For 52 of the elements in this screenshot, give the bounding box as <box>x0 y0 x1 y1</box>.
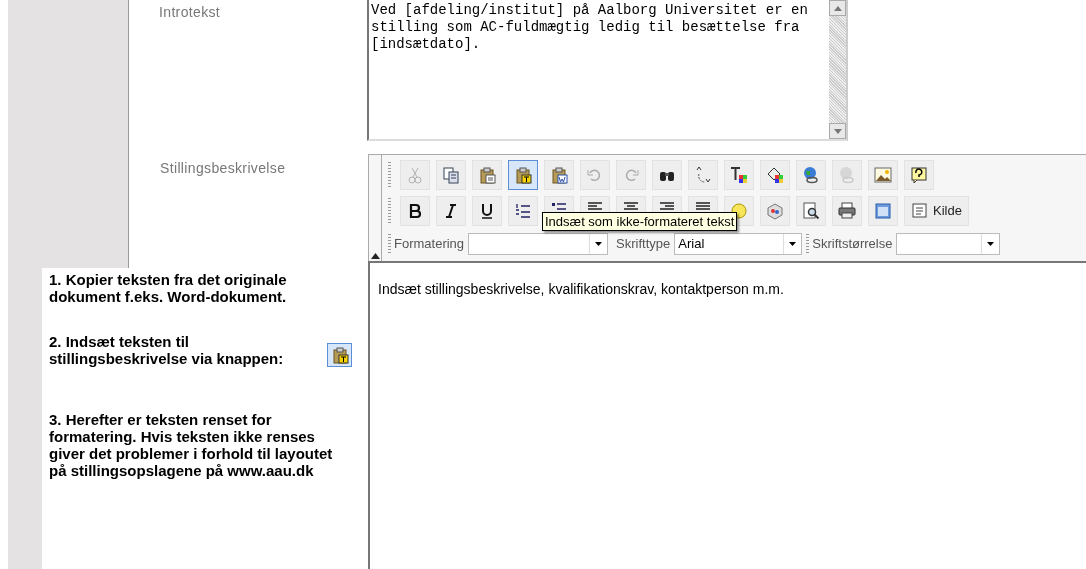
align-justify-icon <box>694 202 712 210</box>
toolbar-grip[interactable] <box>388 234 391 254</box>
align-center-icon <box>622 202 640 210</box>
instruction-step: 2. Indsæt teksten til stillingsbeskrivelse via knappen: <box>49 333 324 367</box>
bullet-list-icon <box>550 202 568 210</box>
window-icon <box>874 202 892 220</box>
down-arrow-icon <box>833 128 842 134</box>
toolbar-grip[interactable] <box>388 198 391 224</box>
combo-box[interactable]: Arial <box>674 233 803 255</box>
align-left-icon <box>586 202 604 210</box>
image-icon <box>874 166 892 184</box>
toolbar-button[interactable]: Kilde <box>904 196 969 226</box>
instruction-step: 1. Kopier teksten fra det originale dokument f.eks. Word-dokument. <box>49 271 319 305</box>
up-arrow-icon <box>833 5 842 11</box>
combo-label: Skriftstørrelse <box>812 235 893 254</box>
cube-icon <box>766 202 784 220</box>
dropdown-arrow-icon <box>987 242 995 246</box>
clipboard-word-icon <box>550 166 568 184</box>
scrollbar[interactable] <box>829 0 846 139</box>
instruction-step: 3. Herefter er teksten renset for formatering. Hvis teksten ikke renses giver det problemer i forhold til layoutet på stillingsopslagene på www.aau.dk <box>49 411 354 479</box>
copy-icon <box>442 166 460 184</box>
combo-label: Formatering <box>394 235 465 254</box>
fill-color-icon <box>766 166 784 184</box>
button-label: Kilde <box>933 202 962 221</box>
scissors-icon <box>406 166 424 184</box>
globe-link-icon <box>802 166 820 184</box>
combo-box[interactable] <box>468 233 609 255</box>
toolbar-grip[interactable] <box>388 162 391 188</box>
scroll-down-button[interactable] <box>829 123 846 139</box>
combo-value: Arial <box>677 235 705 254</box>
globe-link-icon <box>838 166 856 184</box>
dropdown-arrow-icon <box>595 242 603 246</box>
clipboard-text-icon <box>514 166 532 184</box>
combo-label: Skrifttype <box>616 235 671 254</box>
source-icon <box>911 202 929 220</box>
dropdown-arrow-icon <box>789 242 797 246</box>
printer-icon <box>838 202 856 220</box>
textarea-text: Ved [afdeling/institut] på Aalborg Universitet er en stilling som AC-fuldmægtig ledig til besættelse fra [indsætdato]. <box>370 2 809 54</box>
clipboard-icon <box>478 166 496 184</box>
field-label: Introtekst <box>159 3 221 22</box>
tooltip: Indsæt som ikke-formateret tekst <box>542 212 738 231</box>
align-right-icon <box>658 202 676 210</box>
editor-text: Indsæt stillingsbeskrivelse, kvalifikationskrav, kontaktperson m.m. <box>378 281 784 297</box>
intro-textarea[interactable]: Ved [afdeling/institut] på Aalborg Universitet er en stilling som AC-fuldmægtig ledig til besættelse fra [indsætdato]. <box>367 0 848 141</box>
scroll-up-button[interactable] <box>829 0 846 16</box>
help-icon <box>910 166 928 184</box>
collapse-toolbar-icon[interactable] <box>371 253 380 259</box>
field-label: Stillingsbeskrivelse <box>160 160 286 176</box>
preview-icon <box>802 202 820 220</box>
numbered-list-icon <box>514 202 532 220</box>
text-color-icon <box>730 166 748 184</box>
toolbar-grip[interactable] <box>806 234 810 254</box>
